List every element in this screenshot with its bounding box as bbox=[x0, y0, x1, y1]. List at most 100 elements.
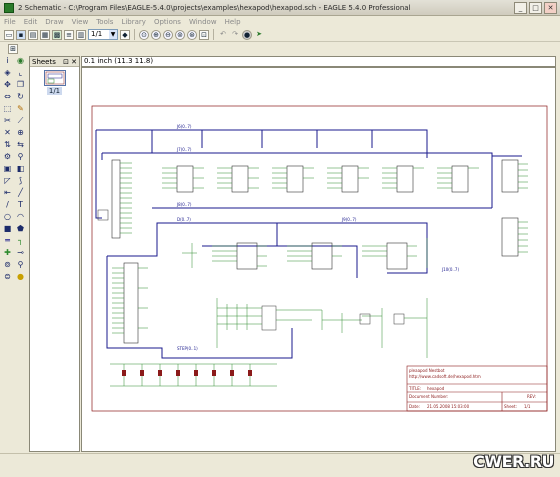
zoom-in-icon[interactable]: ⊕ bbox=[151, 29, 161, 40]
sheets-panel: Sheets ⊡ ✕ 1/1 bbox=[29, 56, 80, 452]
menu-library[interactable]: Library bbox=[121, 18, 145, 26]
paste-icon[interactable]: ✂ bbox=[2, 116, 13, 126]
sheet-select[interactable]: 1/1 ▼ bbox=[88, 29, 118, 40]
upper-wires bbox=[162, 167, 479, 189]
save-icon[interactable]: ▪ bbox=[16, 29, 26, 40]
eagle-app-icon bbox=[4, 2, 14, 13]
rect-icon[interactable]: ■ bbox=[2, 224, 13, 234]
net-label: D(0..7) bbox=[177, 217, 191, 222]
board-icon[interactable]: ▩ bbox=[52, 29, 62, 40]
chevron-down-icon: ▼ bbox=[109, 30, 117, 39]
close-button[interactable]: ✕ bbox=[544, 2, 557, 14]
errors-icon[interactable]: ● bbox=[15, 272, 26, 282]
net-icon[interactable]: ┐ bbox=[15, 236, 26, 246]
bus-icon[interactable]: ═ bbox=[2, 236, 13, 246]
title-block-title-value: hexapod bbox=[427, 386, 445, 391]
stop-icon[interactable]: ● bbox=[242, 29, 252, 40]
parameter-toolbar: ⊞ bbox=[0, 43, 560, 55]
pinswap-icon[interactable]: ⇅ bbox=[2, 140, 13, 150]
dimension-icon[interactable]: ⚲ bbox=[15, 260, 26, 270]
sheet-thumbnail[interactable] bbox=[43, 70, 66, 86]
menu-view[interactable]: View bbox=[72, 18, 89, 26]
undo-icon[interactable]: ↶ bbox=[218, 30, 228, 40]
invoke-icon[interactable]: ⇤ bbox=[2, 188, 13, 198]
smash-icon[interactable]: ◧ bbox=[15, 164, 26, 174]
menu-window[interactable]: Window bbox=[189, 18, 217, 26]
mirror-icon[interactable]: ⇔ bbox=[2, 92, 13, 102]
replace-icon[interactable]: ⚙ bbox=[2, 152, 13, 162]
print-icon[interactable]: ▤ bbox=[28, 29, 38, 40]
show-icon[interactable]: ◉ bbox=[15, 56, 26, 66]
zoom-redraw-icon[interactable]: ⊚ bbox=[175, 29, 185, 40]
open-icon[interactable]: ▭ bbox=[4, 29, 14, 40]
junction-icon[interactable]: ✚ bbox=[2, 248, 13, 258]
connector-left-top bbox=[111, 159, 121, 239]
bottom-component-bodies bbox=[122, 370, 252, 376]
bus-upper bbox=[151, 130, 493, 208]
go-icon[interactable]: ➤ bbox=[254, 30, 264, 40]
close-icon[interactable]: ✕ bbox=[71, 57, 77, 67]
pin-icon[interactable]: ⊡ bbox=[63, 57, 69, 67]
schematic-canvas[interactable]: pleaapod Nestbot http://www.cadsoft.de/h… bbox=[81, 67, 556, 452]
text-icon[interactable]: T bbox=[15, 200, 26, 210]
sheet-select-value: 1/1 bbox=[91, 30, 103, 38]
connector-right-middle bbox=[501, 217, 519, 257]
copy-icon[interactable]: ❐ bbox=[15, 80, 26, 90]
schematic-drawing: pleaapod Nestbot http://www.cadsoft.de/h… bbox=[91, 105, 548, 412]
script-icon[interactable]: ≡ bbox=[64, 29, 74, 40]
minimize-button[interactable]: _ bbox=[514, 2, 527, 14]
title-block-rev-label: REV: bbox=[527, 394, 536, 399]
gateswap-icon[interactable]: ⇆ bbox=[15, 140, 26, 150]
wire-icon[interactable]: ╱ bbox=[15, 188, 26, 198]
use-library-icon[interactable]: ◆ bbox=[120, 29, 130, 40]
name-icon[interactable]: ⚲ bbox=[15, 152, 26, 162]
toolbar-separator bbox=[134, 29, 135, 40]
info-icon[interactable]: i bbox=[2, 56, 13, 66]
zoom-out-icon[interactable]: ⊖ bbox=[163, 29, 173, 40]
display-icon[interactable]: ◈ bbox=[2, 68, 13, 78]
net-label: STEP(0..1) bbox=[177, 346, 198, 351]
rotate-icon[interactable]: ↻ bbox=[15, 92, 26, 102]
menu-options[interactable]: Options bbox=[154, 18, 181, 26]
menu-file[interactable]: File bbox=[4, 18, 16, 26]
value-icon[interactable]: ▣ bbox=[2, 164, 13, 174]
label-icon[interactable]: ⊸ bbox=[15, 248, 26, 258]
menu-edit[interactable]: Edit bbox=[24, 18, 38, 26]
connector-right-middle-pins bbox=[518, 221, 528, 253]
zoom-select-icon[interactable]: ⊛ bbox=[187, 29, 197, 40]
attribute-icon[interactable]: ⊚ bbox=[2, 260, 13, 270]
menu-tools[interactable]: Tools bbox=[96, 18, 113, 26]
erc-icon[interactable]: ⊜ bbox=[2, 272, 13, 282]
split-icon[interactable]: ⟆ bbox=[15, 176, 26, 186]
delete-icon[interactable]: ✕ bbox=[2, 128, 13, 138]
title-block-url: http://www.cadsoft.de/hexapod.htm bbox=[409, 374, 481, 379]
move-icon[interactable]: ✥ bbox=[2, 80, 13, 90]
polygon-icon[interactable]: ⬟ bbox=[15, 224, 26, 234]
add-icon[interactable]: ⊕ bbox=[15, 128, 26, 138]
watermark: CWER.RU bbox=[473, 452, 554, 471]
circle-icon[interactable]: ○ bbox=[2, 212, 13, 222]
grid-icon[interactable]: ⊞ bbox=[8, 44, 18, 54]
miter-icon[interactable]: ◸ bbox=[2, 176, 13, 186]
connector-left-bottom-pins bbox=[112, 267, 148, 334]
arc-icon[interactable]: ◠ bbox=[15, 212, 26, 222]
lower-circuit bbox=[216, 298, 428, 358]
cut-icon[interactable]: ⟋ bbox=[15, 116, 26, 126]
cam-icon[interactable]: ▦ bbox=[40, 29, 50, 40]
menu-draw[interactable]: Draw bbox=[45, 18, 63, 26]
menu-help[interactable]: Help bbox=[225, 18, 241, 26]
coordinate-readout: 0.1 inch (11.3 11.8) bbox=[81, 56, 556, 67]
line-icon[interactable]: / bbox=[2, 200, 13, 210]
redo-icon[interactable]: ↷ bbox=[230, 30, 240, 40]
group-icon[interactable]: ⬚ bbox=[2, 104, 13, 114]
connector-left-bottom bbox=[123, 262, 139, 344]
maximize-button[interactable]: □ bbox=[529, 2, 542, 14]
zoom-area-icon[interactable]: ⊡ bbox=[199, 29, 209, 40]
mark-icon[interactable]: ⌞ bbox=[15, 68, 26, 78]
sheet-thumbnail-label: 1/1 bbox=[30, 87, 79, 95]
zoom-fit-icon[interactable]: ⊙ bbox=[139, 29, 149, 40]
change-icon[interactable]: ✎ bbox=[15, 104, 26, 114]
connector-left-top-pins bbox=[120, 162, 132, 234]
ulp-icon[interactable]: ▥ bbox=[76, 29, 86, 40]
title-block-doc-label: Document Number: bbox=[409, 394, 448, 399]
